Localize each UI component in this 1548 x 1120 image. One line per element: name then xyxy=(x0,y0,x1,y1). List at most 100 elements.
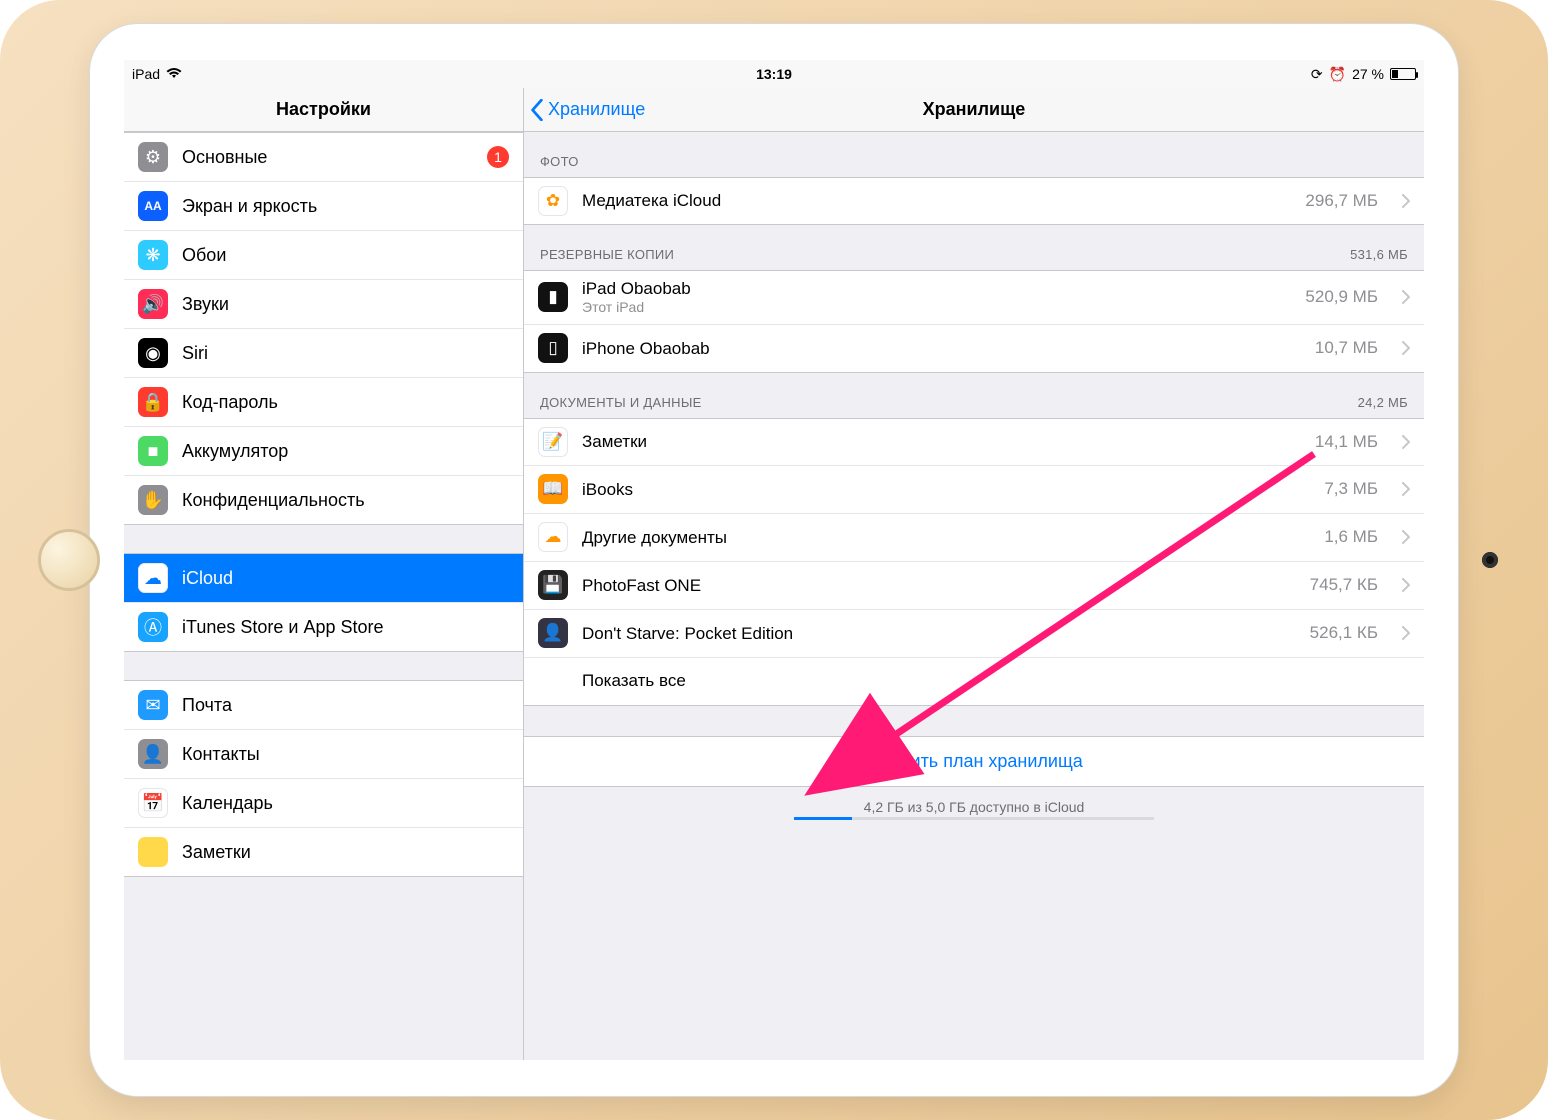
wifi-icon xyxy=(166,66,182,82)
display-icon: AA xyxy=(138,191,168,221)
ipad-frame: iPad 13:19 ⟳ ⏰ 27 % Настройки ⚙︎ Основные… xyxy=(0,0,1548,1120)
home-button[interactable] xyxy=(38,529,100,591)
wallpaper-icon: ❋ xyxy=(138,240,168,270)
sidebar-item-label: Обои xyxy=(182,245,226,265)
mail-icon: ✉︎ xyxy=(138,690,168,720)
quota-text: 4,2 ГБ из 5,0 ГБ доступно в iCloud xyxy=(524,787,1424,817)
row-size: 1,6 МБ xyxy=(1324,527,1378,547)
privacy-icon: ✋ xyxy=(138,485,168,515)
row-ipad-backup[interactable]: ▮iPad ObaobabЭтот iPad520,9 МБ xyxy=(524,270,1424,325)
row-photolib[interactable]: ✿ Медиатека iCloud 296,7 МБ xyxy=(524,177,1424,225)
row-notes-app[interactable]: 📝 Заметки 14,1 МБ xyxy=(524,418,1424,466)
battery-icon: ■ xyxy=(138,436,168,466)
settings-title: Настройки xyxy=(124,88,523,132)
settings-sidebar: Настройки ⚙︎Основные1AAЭкран и яркость❋О… xyxy=(124,88,524,1060)
notes-app-icon: 📝 xyxy=(538,427,568,457)
sidebar-item-notes[interactable]: Заметки xyxy=(124,828,523,877)
row-size: 526,1 КБ xyxy=(1310,623,1378,643)
change-plan-button[interactable]: Сменить план хранилища xyxy=(524,736,1424,787)
row-title: PhotoFast ONE xyxy=(582,575,701,596)
row-size: 745,7 КБ xyxy=(1310,575,1378,595)
section-header: ФОТО xyxy=(524,132,1424,177)
sidebar-item-label: Конфиденциальность xyxy=(182,490,365,510)
sidebar-item-itunes[interactable]: ⒶiTunes Store и App Store xyxy=(124,603,523,652)
sidebar-item-label: iTunes Store и App Store xyxy=(182,617,384,637)
row-dontstarve[interactable]: 👤Don't Starve: Pocket Edition526,1 КБ xyxy=(524,610,1424,658)
sidebar-item-contacts[interactable]: 👤 Контакты xyxy=(124,730,523,779)
calendar-icon: 📅 xyxy=(138,788,168,818)
sidebar-item-sounds[interactable]: 🔊Звуки xyxy=(124,280,523,329)
row-size: 10,7 МБ xyxy=(1315,338,1378,358)
row-title: Don't Starve: Pocket Edition xyxy=(582,623,793,644)
passcode-icon: 🔒 xyxy=(138,387,168,417)
battery-icon xyxy=(1390,68,1416,80)
sidebar-item-sublabel xyxy=(233,572,237,587)
row-title: Медиатека iCloud xyxy=(582,190,721,211)
photolib-icon: ✿ xyxy=(538,186,568,216)
status-time: 13:19 xyxy=(756,66,792,82)
show-all-button[interactable]: Показать все xyxy=(524,658,1424,706)
chevron-right-icon xyxy=(1402,341,1410,355)
photofast-icon: 💾 xyxy=(538,570,568,600)
page-title: Хранилище xyxy=(923,99,1026,120)
sidebar-item-label: Siri xyxy=(182,343,208,363)
sidebar-item-icloud[interactable]: ☁︎ iCloud xyxy=(124,553,523,603)
sidebar-item-label: Код-пароль xyxy=(182,392,278,412)
orientation-lock-icon: ⟳ xyxy=(1311,66,1323,83)
section-header: РЕЗЕРВНЫЕ КОПИИ 531,6 МБ xyxy=(524,225,1424,270)
storage-detail: Хранилище Хранилище ФОТО ✿ Медиатека iClou… xyxy=(524,88,1424,1060)
quota-bar xyxy=(794,817,1154,820)
sidebar-item-mail[interactable]: ✉︎ Почта xyxy=(124,680,523,730)
sidebar-item-calendar[interactable]: 📅 Календарь xyxy=(124,779,523,828)
row-size: 14,1 МБ xyxy=(1315,432,1378,452)
sidebar-item-label: Заметки xyxy=(182,842,251,862)
sidebar-item-label: Экран и яркость xyxy=(182,196,317,216)
sidebar-item-label: Контакты xyxy=(182,744,260,764)
row-size: 296,7 МБ xyxy=(1305,191,1378,211)
ibooks-icon: 📖 xyxy=(538,474,568,504)
sidebar-item-siri[interactable]: ◉Siri xyxy=(124,329,523,378)
row-size: 7,3 МБ xyxy=(1324,479,1378,499)
chevron-right-icon xyxy=(1402,626,1410,640)
general-icon: ⚙︎ xyxy=(138,142,168,172)
settings-scroll[interactable]: ⚙︎Основные1AAЭкран и яркость❋Обои🔊Звуки◉… xyxy=(124,132,523,1060)
row-iphone-backup[interactable]: ▯iPhone Obaobab10,7 МБ xyxy=(524,325,1424,373)
section-title: ФОТО xyxy=(540,154,579,169)
section-size: 531,6 МБ xyxy=(1350,247,1408,262)
sidebar-item-label: Аккумулятор xyxy=(182,441,288,461)
sidebar-item-label: Календарь xyxy=(182,793,273,813)
chevron-right-icon xyxy=(1402,194,1410,208)
sidebar-item-wallpaper[interactable]: ❋ Обои xyxy=(124,231,523,280)
status-bar: iPad 13:19 ⟳ ⏰ 27 % xyxy=(124,60,1424,88)
row-ibooks[interactable]: 📖iBooks7,3 МБ xyxy=(524,466,1424,514)
row-photofast[interactable]: 💾 PhotoFast ONE 745,7 КБ xyxy=(524,562,1424,610)
section-title: ДОКУМЕНТЫ И ДАННЫЕ xyxy=(540,395,702,410)
contacts-icon: 👤 xyxy=(138,739,168,769)
chevron-right-icon xyxy=(1402,530,1410,544)
sidebar-item-label: Почта xyxy=(182,695,232,715)
sidebar-item-passcode[interactable]: 🔒 Код-пароль xyxy=(124,378,523,427)
section-title: РЕЗЕРВНЫЕ КОПИИ xyxy=(540,247,674,262)
icloud-icon: ☁︎ xyxy=(138,563,168,593)
back-button[interactable]: Хранилище xyxy=(524,99,645,121)
alarm-icon: ⏰ xyxy=(1329,66,1346,83)
show-all-label: Показать все xyxy=(582,671,686,691)
sidebar-item-battery[interactable]: ■ Аккумулятор xyxy=(124,427,523,476)
sidebar-item-label: iCloud xyxy=(182,568,233,588)
row-title: Заметки xyxy=(582,431,647,452)
chevron-right-icon xyxy=(1402,482,1410,496)
chevron-right-icon xyxy=(1402,290,1410,304)
battery-pct: 27 % xyxy=(1352,66,1384,82)
row-other-docs[interactable]: ☁︎Другие документы1,6 МБ xyxy=(524,514,1424,562)
sidebar-item-general[interactable]: ⚙︎Основные1 xyxy=(124,132,523,182)
section-size: 24,2 МБ xyxy=(1358,395,1408,410)
screen: iPad 13:19 ⟳ ⏰ 27 % Настройки ⚙︎ Основные… xyxy=(124,60,1424,1060)
sounds-icon: 🔊 xyxy=(138,289,168,319)
other-docs-icon: ☁︎ xyxy=(538,522,568,552)
sidebar-item-privacy[interactable]: ✋ Конфиденциальность xyxy=(124,476,523,525)
row-size: 520,9 МБ xyxy=(1305,287,1378,307)
row-subtitle: Этот iPad xyxy=(582,299,691,317)
sidebar-item-label: Основные xyxy=(182,147,267,167)
sidebar-item-display[interactable]: AA Экран и яркость xyxy=(124,182,523,231)
detail-scroll[interactable]: ФОТО ✿ Медиатека iCloud 296,7 МБ РЕЗЕРВНЫЕ К… xyxy=(524,132,1424,1060)
